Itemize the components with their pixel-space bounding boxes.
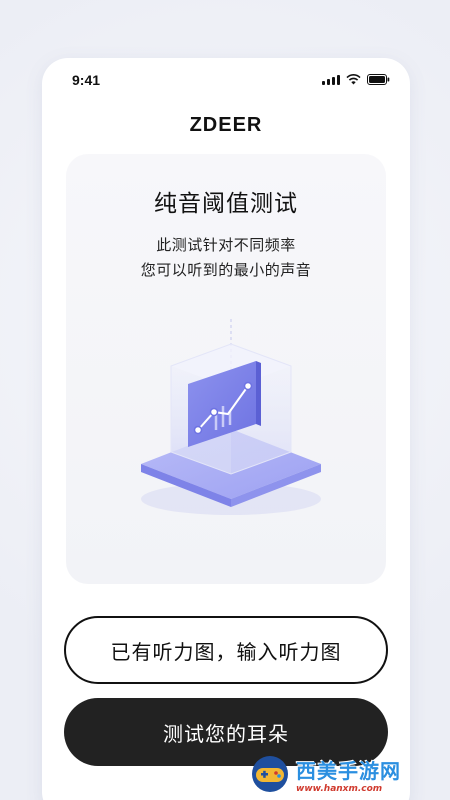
status-bar: 9:41	[42, 58, 410, 102]
card-description-line1: 此测试针对不同频率	[156, 236, 296, 254]
card-title: 纯音阈值测试	[154, 191, 298, 217]
status-icons	[322, 74, 390, 85]
gamepad-icon	[252, 756, 288, 792]
signal-icon	[322, 75, 340, 85]
status-time: 9:41	[72, 72, 101, 88]
site-watermark: 西美手游网 www.hanxm.com	[248, 750, 448, 798]
app-title: ZDEER	[189, 114, 263, 136]
watermark-url: www.hanxm.com	[296, 783, 383, 794]
test-info-card: 纯音阈值测试 此测试针对不同频率 您可以听到的最小的声音	[66, 154, 386, 584]
input-audiogram-button[interactable]: 已有听力图，输入听力图	[64, 616, 388, 684]
wifi-icon	[346, 74, 361, 85]
watermark-text-group: 西美手游网 www.hanxm.com	[296, 755, 401, 794]
audiogram-cube-illustration	[141, 319, 321, 515]
phone-screen: 9:41 ZDEER 纯音阈值测试 此测试针对不同频率 您可以听到的最小的声音	[42, 58, 410, 800]
battery-icon	[367, 74, 390, 85]
card-description-line2: 您可以听到的最小的声音	[140, 261, 312, 279]
watermark-title: 西美手游网	[296, 758, 401, 783]
